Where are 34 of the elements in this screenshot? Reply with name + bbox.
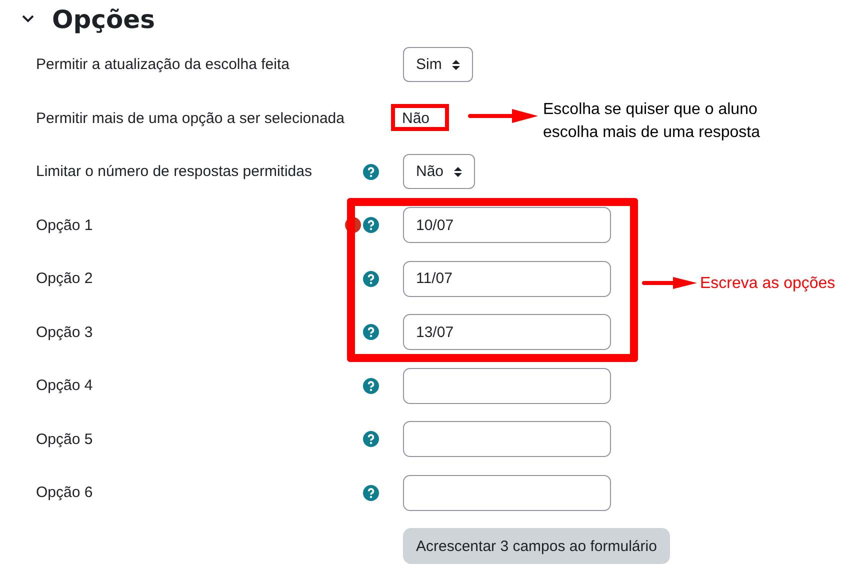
option-label: Opção 3 xyxy=(36,324,94,341)
setting-label: Permitir mais de uma opção a ser selecionada xyxy=(36,110,346,127)
help-icon[interactable] xyxy=(363,270,379,287)
option-input[interactable]: 11/07 xyxy=(403,260,611,297)
help-icon[interactable] xyxy=(363,378,379,394)
sort-caret-icon xyxy=(454,166,462,178)
option-input[interactable] xyxy=(403,368,611,404)
option-label: Opção 2 xyxy=(36,270,94,288)
arrow-icon xyxy=(468,108,540,124)
option-label: Opção 5 xyxy=(36,430,94,448)
option-input[interactable] xyxy=(403,474,611,511)
help-icon[interactable] xyxy=(363,484,379,501)
help-icon[interactable] xyxy=(363,217,379,234)
help-icon[interactable] xyxy=(363,164,379,180)
option-label: Opção 6 xyxy=(36,484,94,502)
option-label: Opção 4 xyxy=(36,377,94,394)
option-input[interactable]: 13/07 xyxy=(403,314,611,350)
option-input[interactable]: 10/07 xyxy=(403,207,611,244)
setting-label: Permitir a atualização da escolha feita xyxy=(36,56,290,74)
option-label: Opção 1 xyxy=(36,216,94,234)
help-icon[interactable] xyxy=(363,324,379,340)
option-input[interactable] xyxy=(403,421,611,458)
select-dropdown[interactable]: Sim xyxy=(403,47,473,82)
sort-caret-icon xyxy=(452,58,460,71)
add-fields-button[interactable]: Acrescentar 3 campos ao formulário xyxy=(403,528,670,564)
annotation-note: Escreva as opções xyxy=(700,274,836,294)
highlighted-value: Não xyxy=(391,104,449,130)
arrow-icon xyxy=(642,276,698,290)
annotation-note: Escolha se quiser que o aluno escolha mais de uma resposta xyxy=(543,100,761,143)
section-title: Opções xyxy=(52,4,155,34)
setting-label: Limitar o número de respostas permitidas xyxy=(36,163,313,180)
chevron-icon[interactable] xyxy=(21,14,35,24)
help-icon[interactable] xyxy=(363,431,379,448)
select-dropdown[interactable]: Não xyxy=(403,154,475,190)
